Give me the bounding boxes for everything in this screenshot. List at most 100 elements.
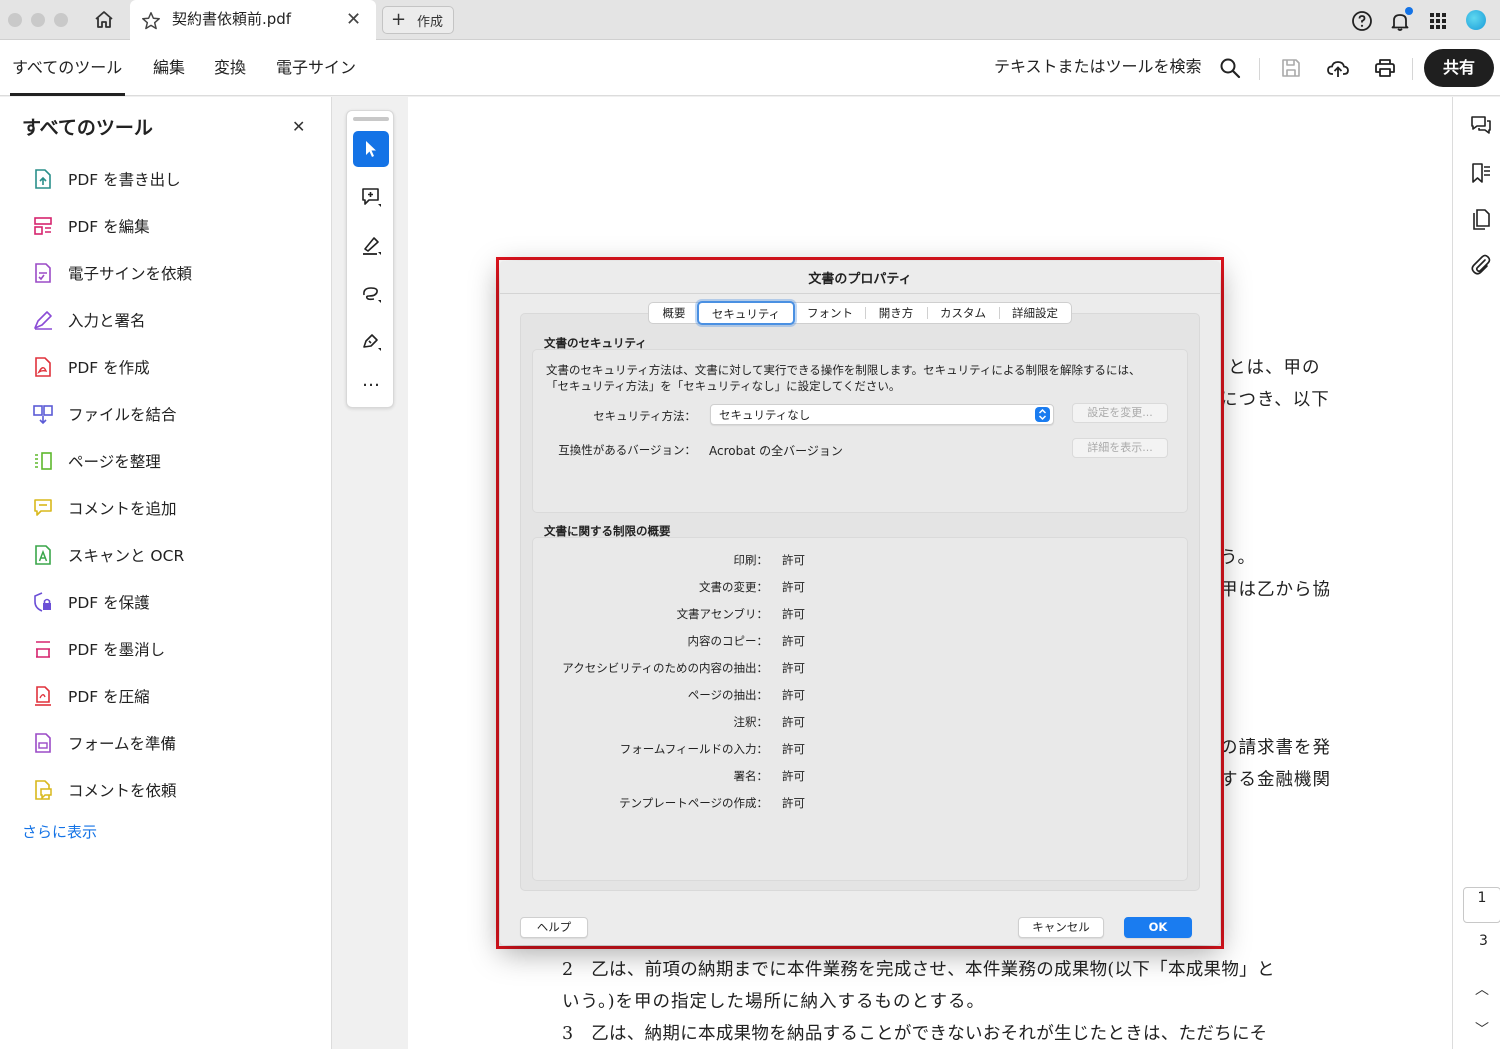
tool-combine-files[interactable]: ファイルを結合 <box>30 395 320 435</box>
cancel-button[interactable]: キャンセル <box>1018 917 1104 938</box>
tool-create-pdf[interactable]: PDF を作成 <box>30 348 320 388</box>
tab-security[interactable]: セキュリティ <box>697 301 795 325</box>
tool-add-comment[interactable]: コメントを追加 <box>30 489 320 529</box>
menu-all-tools[interactable]: すべてのツール <box>12 54 122 78</box>
ok-button[interactable]: OK <box>1124 917 1192 938</box>
tool-organize-pages[interactable]: ページを整理 <box>30 442 320 482</box>
freehand-draw-icon <box>363 287 381 303</box>
show-more-link[interactable]: さらに表示 <box>22 821 97 842</box>
tool-export-pdf[interactable]: PDF を書き出し <box>30 160 320 200</box>
page-thumbnails-icon[interactable] <box>1469 207 1493 231</box>
restriction-value: 許可 <box>782 634 805 648</box>
security-description: 文書のセキュリティ方法は、文書に対して実行できる操作を制限します。セキュリティに… <box>546 363 1141 377</box>
request-comment-icon <box>32 779 54 801</box>
document-tab[interactable]: 契約書依頼前.pdf ✕ <box>130 0 376 40</box>
tool-label: ファイルを結合 <box>68 406 177 424</box>
help-button[interactable]: ヘルプ <box>520 917 588 938</box>
tool-label: コメントを依頼 <box>68 782 177 800</box>
tool-request-comment[interactable]: コメントを依頼 <box>30 771 320 811</box>
page-text-line: する金融機関 <box>1220 770 1331 790</box>
comments-icon[interactable] <box>1469 113 1493 137</box>
tab-summary[interactable]: 概要 <box>653 303 695 323</box>
redact-pdf-icon <box>32 638 54 660</box>
restriction-label: 署名： <box>733 769 769 783</box>
tab-open[interactable]: 開き方 <box>867 303 925 323</box>
window-minimize-dot[interactable] <box>31 13 45 27</box>
bookmarks-icon[interactable] <box>1469 161 1493 185</box>
tool-compress-pdf[interactable]: PDF を圧縮 <box>30 677 320 717</box>
tool-redact-pdf[interactable]: PDF を墨消し <box>30 630 320 670</box>
pen-sign-icon <box>363 334 381 351</box>
security-method-label: セキュリティ方法： <box>593 409 696 423</box>
show-details-button[interactable]: 詳細を表示... <box>1072 438 1168 458</box>
restriction-value: 許可 <box>782 796 805 810</box>
select-tool-button[interactable] <box>353 131 389 167</box>
window-tabbar: 契約書依頼前.pdf ✕ + 作成 <box>0 0 1500 40</box>
more-tools-icon[interactable]: … <box>353 369 389 405</box>
restriction-label: 文書アセンブリ： <box>676 607 768 621</box>
tool-request-esign[interactable]: 電子サインを依頼 <box>30 254 320 294</box>
search-icon[interactable] <box>1218 56 1242 80</box>
user-avatar[interactable] <box>1466 10 1486 30</box>
menu-esign[interactable]: 電子サイン <box>276 54 356 78</box>
menu-convert[interactable]: 変換 <box>214 54 246 78</box>
window-close-dot[interactable] <box>8 13 22 27</box>
save-icon[interactable] <box>1279 56 1303 80</box>
comment-plus-icon <box>362 188 381 207</box>
close-panel-icon[interactable]: ✕ <box>292 117 305 136</box>
restriction-label: フォームフィールドの入力： <box>619 742 768 756</box>
tool-prepare-form[interactable]: フォームを準備 <box>30 724 320 764</box>
total-pages: 3 <box>1479 933 1488 949</box>
restriction-value: 許可 <box>782 715 805 729</box>
home-icon[interactable] <box>92 8 116 32</box>
panel-title: すべてのツール <box>22 117 153 139</box>
help-icon[interactable] <box>1350 9 1374 33</box>
compatible-version-value: Acrobat の全バージョン <box>709 444 843 458</box>
sign-tool-button[interactable] <box>353 323 389 359</box>
cloud-upload-icon[interactable] <box>1326 56 1350 80</box>
organize-pages-icon <box>32 450 54 472</box>
draw-tool-button[interactable] <box>353 275 389 311</box>
select-arrows-icon <box>1035 407 1050 422</box>
menu-edit[interactable]: 編集 <box>153 54 185 78</box>
tool-protect-pdf[interactable]: PDF を保護 <box>30 583 320 623</box>
compress-pdf-icon <box>32 685 54 707</box>
current-page-input[interactable]: 1 <box>1463 887 1500 923</box>
highlight-tool-button[interactable] <box>353 227 389 263</box>
previous-page-icon[interactable]: ︿ <box>1475 979 1489 999</box>
window-zoom-dot[interactable] <box>54 13 68 27</box>
add-comment-tool-button[interactable] <box>353 179 389 215</box>
combine-files-icon <box>32 403 54 425</box>
attachment-icon[interactable] <box>1469 253 1493 277</box>
tab-advanced[interactable]: 詳細設定 <box>1001 303 1069 323</box>
drag-handle[interactable] <box>353 117 389 121</box>
apps-grid-icon[interactable] <box>1426 9 1450 33</box>
security-description: 「セキュリティ方法」を「セキュリティなし」に設定してください。 <box>546 379 901 393</box>
tab-fonts[interactable]: フォント <box>797 303 863 323</box>
tab-divider <box>999 307 1000 319</box>
search-tools-label[interactable]: テキストまたはツールを検索 <box>994 53 1202 77</box>
restriction-value: 許可 <box>782 688 805 702</box>
tool-edit-pdf[interactable]: PDF を編集 <box>30 207 320 247</box>
restriction-label: アクセシビリティのための内容の抽出： <box>562 661 768 675</box>
tool-label: 入力と署名 <box>68 312 146 330</box>
tool-label: PDF を編集 <box>68 218 150 236</box>
create-tab-button[interactable]: + 作成 <box>382 6 454 34</box>
next-page-icon[interactable]: ﹀ <box>1475 1019 1489 1039</box>
page-text-line: 甲は乙から協 <box>1220 580 1331 600</box>
star-icon[interactable] <box>140 10 162 32</box>
print-icon[interactable] <box>1373 56 1397 80</box>
tool-fill-sign[interactable]: 入力と署名 <box>30 301 320 341</box>
tab-custom[interactable]: カスタム <box>929 303 997 323</box>
dialog-tabs: 概要 セキュリティ フォント 開き方 カスタム 詳細設定 <box>648 301 1072 325</box>
page-text-line: いう。)を甲の指定した場所に納入するものとする。 <box>562 992 986 1012</box>
quick-tools-strip: … <box>346 110 394 408</box>
change-settings-button[interactable]: 設定を変更... <box>1072 403 1168 423</box>
tool-scan-ocr[interactable]: スキャンと OCR <box>30 536 320 576</box>
main-menubar: すべてのツール 編集 変換 電子サイン テキストまたはツールを検索 共有 <box>0 40 1500 96</box>
share-button[interactable]: 共有 <box>1424 49 1494 87</box>
restriction-label: 文書の変更： <box>699 580 768 594</box>
security-method-select[interactable]: セキュリティなし <box>710 404 1054 425</box>
highlighter-icon <box>363 237 381 255</box>
close-tab-icon[interactable]: ✕ <box>346 11 361 29</box>
